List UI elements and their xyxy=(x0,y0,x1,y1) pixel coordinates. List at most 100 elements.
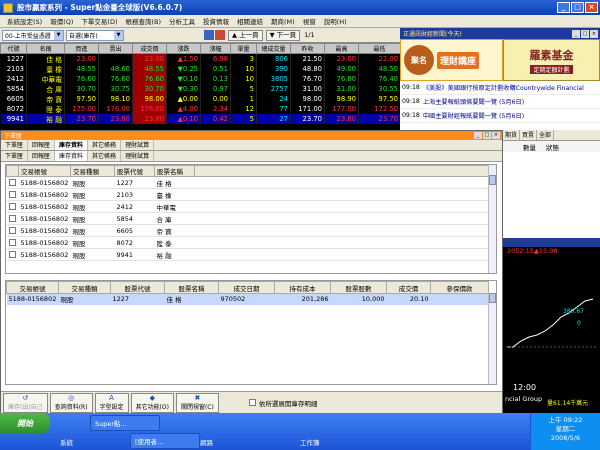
detail-col-1[interactable]: 交易種類 xyxy=(58,281,111,294)
quote-row[interactable]: 5854 合 庫 30.70 30.75 30.70 ▼0.30 0.97 5 2757 31.0… xyxy=(0,84,400,94)
inventory-row[interactable]: 5188-0156802 現股 5854 合 庫 xyxy=(6,212,491,225)
dialog-button-2[interactable]: A 字型設定 xyxy=(94,392,129,413)
quote-row[interactable]: 2103 臺 橡 48.55 48.60 48.55 ▼0.25 0.51 10 390 48.8… xyxy=(0,64,400,74)
menu-order[interactable]: 下單交易(D) xyxy=(77,16,121,26)
detail-col-7[interactable]: 成交價 xyxy=(386,281,431,294)
quote-col-4[interactable]: 成交價 xyxy=(132,43,167,54)
inventory-row[interactable]: 5188-0156802 現股 1227 佳 格 xyxy=(6,176,491,189)
quote-row[interactable]: 2412 中華電 76.60 76.60 76.60 ▼0.10 0.13 10 3805 76.… xyxy=(0,74,400,84)
maximize-icon[interactable]: □ xyxy=(483,132,491,139)
detail-col-2[interactable]: 股票代號 xyxy=(110,281,165,294)
row-check[interactable] xyxy=(6,236,19,249)
quote-col-8[interactable]: 總成交量 xyxy=(256,43,291,54)
quote-col-0[interactable]: 代號 xyxy=(0,43,27,54)
menu-info[interactable]: 投資情報 xyxy=(199,16,233,26)
news-item[interactable]: 09:18 《美股》美國銀行按原定計劃收購Countrywide Financia… xyxy=(400,81,600,95)
detail-col-6[interactable]: 股票股數 xyxy=(330,281,387,294)
orders-tab-all[interactable]: 全部 xyxy=(537,130,555,140)
orders-tab-futures[interactable]: 期貨 xyxy=(503,130,521,140)
menu-help[interactable]: 說明(H) xyxy=(320,16,351,26)
subtab-1[interactable]: 回報匣 xyxy=(28,151,56,161)
quote-col-5[interactable]: 漲跌 xyxy=(166,43,201,54)
quick-system[interactable]: 系統 xyxy=(60,437,73,447)
ad-banner[interactable]: 聚名 理財講座 羅素基金 定期定額計劃 xyxy=(400,39,600,81)
inventory-row[interactable]: 5188-0156802 現股 9941 裕 融 xyxy=(6,248,491,261)
row-check[interactable] xyxy=(6,248,19,261)
row-checkbox[interactable] xyxy=(8,179,16,186)
start-button[interactable]: 開始 xyxy=(0,413,50,433)
quote-col-7[interactable]: 單量 xyxy=(230,43,257,54)
quote-row[interactable]: 8072 陞 泰 175.00 176.00 176.00 ▲4.00 2.34 12 77 17… xyxy=(0,104,400,114)
row-check[interactable] xyxy=(6,224,19,237)
dialog-button-1[interactable]: ◎ 查詢資料(R) xyxy=(49,392,93,413)
quote-row[interactable]: 1227 佳 格 23.00 23.00 ▲1.50 6.98 3 806 21.50 23.00… xyxy=(0,53,400,64)
minimize-button[interactable]: _ xyxy=(557,2,570,13)
taskbar-item-super[interactable]: Super點... xyxy=(90,415,160,431)
prev-page-button[interactable]: ▲ 上一頁 xyxy=(228,29,263,41)
menu-quote[interactable]: 報價(Q) xyxy=(46,16,77,26)
tab-inventory[interactable]: 庫存資料 xyxy=(55,140,89,150)
menu-window[interactable]: 視窗 xyxy=(299,16,320,26)
detail-col-4[interactable]: 成交日期 xyxy=(218,281,275,294)
row-checkbox[interactable] xyxy=(8,191,16,198)
menu-account[interactable]: 帳務查詢(B) xyxy=(121,16,165,26)
group-select[interactable]: 自選(庫存) ▼ xyxy=(66,29,124,41)
row-checkbox[interactable] xyxy=(8,203,16,210)
subtab-3[interactable]: 其它帳務 xyxy=(88,151,122,161)
dialog-button-3[interactable]: ◆ 其它功能(O) xyxy=(130,392,174,413)
quote-col-11[interactable]: 最低 xyxy=(358,43,400,54)
detail-row[interactable]: 5188-0156802 現股 1227 佳 格 970502 201,286 10,000… xyxy=(6,293,489,305)
menu-system[interactable]: 系統設定(S) xyxy=(3,16,46,26)
detail-scrollbar[interactable] xyxy=(488,293,496,384)
scroll-thumb[interactable] xyxy=(489,175,496,185)
ad-fund[interactable]: 羅素基金 定期定額計劃 xyxy=(503,39,600,81)
quote-row[interactable]: 9941 裕 融 23.70 23.80 23.80 ▲0.10 0.42 5 27 23.70 2… xyxy=(0,114,400,124)
dialog-button-0[interactable]: ↺ 庫存(出)自己 xyxy=(3,392,48,413)
maximize-icon[interactable]: □ xyxy=(581,29,589,38)
expand-detail-checkbox[interactable] xyxy=(248,399,256,406)
tray-clock[interactable]: 上午 09:22 xyxy=(531,416,600,425)
close-icon[interactable]: × xyxy=(590,29,598,38)
row-check[interactable] xyxy=(6,212,19,225)
market-select[interactable]: 00-上市受益憑證 ▼ xyxy=(2,29,64,41)
expand-detail-option[interactable]: 依所選展開庫存明細 xyxy=(248,398,317,408)
scroll-thumb[interactable] xyxy=(489,293,496,303)
subtab-2[interactable]: 庫存資料 xyxy=(55,151,89,161)
tab-report[interactable]: 回報匣 xyxy=(28,140,56,150)
close-button[interactable]: × xyxy=(585,2,598,13)
tab-calculator[interactable]: 理財試算 xyxy=(121,140,155,150)
row-checkbox[interactable] xyxy=(8,215,16,222)
inventory-row[interactable]: 5188-0156802 現股 8072 陞 泰 xyxy=(6,236,491,249)
inventory-row[interactable]: 5188-0156802 現股 2103 臺 橡 xyxy=(6,188,491,201)
dialog-button-4[interactable]: ✖ 關閉視窗(C) xyxy=(175,392,219,413)
detail-col-5[interactable]: 持有成本 xyxy=(274,281,331,294)
row-checkbox[interactable] xyxy=(8,227,16,234)
quote-col-2[interactable]: 買進 xyxy=(64,43,99,54)
grid-icon[interactable] xyxy=(204,30,214,40)
ad-lecture[interactable]: 聚名 理財講座 xyxy=(400,39,503,81)
detail-col-0[interactable]: 交易帳號 xyxy=(6,281,59,294)
detail-col-3[interactable]: 股票名稱 xyxy=(164,281,219,294)
orders-tab-trade[interactable]: 買賣 xyxy=(520,130,538,140)
taskbar-item-user[interactable]: [使用者... xyxy=(130,433,200,449)
news-item[interactable]: 09:18 上海主要報紙頭條要聞一覽 (5月6日) xyxy=(400,95,600,109)
detail-col-8[interactable]: 參保價款 xyxy=(430,281,489,294)
next-page-button[interactable]: ▼ 下一頁 xyxy=(265,29,301,41)
quote-col-3[interactable]: 賣出 xyxy=(98,43,133,54)
menu-analysis[interactable]: 分析工具 xyxy=(165,16,199,26)
quick-workbook[interactable]: 工作簿 xyxy=(300,437,320,447)
subtab-0[interactable]: 下單匣 xyxy=(1,151,29,161)
minimize-icon[interactable]: _ xyxy=(474,132,482,139)
col-account[interactable]: 交易帳號 xyxy=(18,165,71,177)
subtab-4[interactable]: 理財試算 xyxy=(121,151,155,161)
quote-col-1[interactable]: 名稱 xyxy=(26,43,65,54)
inventory-row[interactable]: 5188-0156802 現股 2412 中華電 xyxy=(6,200,491,213)
col-type[interactable]: 交易種類 xyxy=(70,165,115,177)
inventory-row[interactable]: 5188-0156802 現股 6605 帝 寶 xyxy=(6,224,491,237)
menu-links[interactable]: 相關連結 xyxy=(233,16,267,26)
row-checkbox[interactable] xyxy=(8,251,16,258)
news-item[interactable]: 09:18 中國主要財經報紙要聞一覽 (5月6日) xyxy=(400,109,600,123)
chart-icon[interactable] xyxy=(215,30,225,40)
tab-other-account[interactable]: 其它帳務 xyxy=(88,140,122,150)
row-check[interactable] xyxy=(6,188,19,201)
